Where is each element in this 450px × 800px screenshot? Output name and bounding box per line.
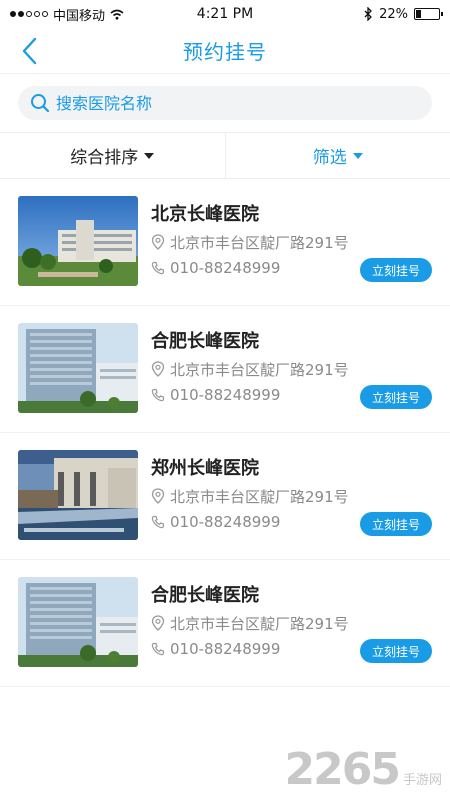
filter-bar: 综合排序 筛选	[0, 133, 450, 179]
book-now-button[interactable]: 立刻挂号	[360, 385, 432, 409]
hospital-card[interactable]: 郑州长峰医院 北京市丰台区靛厂路291号 010-88248999 立刻挂号	[0, 433, 450, 560]
phone-icon	[151, 642, 165, 656]
hospital-address: 北京市丰台区靛厂路291号	[170, 360, 349, 379]
wifi-icon	[110, 9, 124, 20]
hospital-info: 合肥长峰医院 北京市丰台区靛厂路291号 010-88248999 立刻挂号	[151, 323, 432, 432]
battery-fill	[416, 10, 421, 18]
hospital-name: 北京长峰医院	[151, 204, 259, 225]
battery-percent: 22%	[379, 6, 408, 22]
hospital-phone: 010-88248999	[170, 386, 281, 404]
hospital-photo	[18, 323, 138, 413]
phone-icon	[151, 515, 165, 529]
back-button[interactable]	[14, 36, 44, 66]
phone-icon	[151, 261, 165, 275]
caret-down-icon	[352, 152, 363, 159]
hospital-list: 北京长峰医院 北京市丰台区靛厂路291号 010-88248999 立刻挂号 合…	[0, 179, 450, 687]
location-pin-icon	[151, 234, 165, 250]
address-row: 北京市丰台区靛厂路291号	[151, 359, 432, 379]
hospital-photo	[18, 196, 138, 286]
hospital-info: 北京长峰医院 北京市丰台区靛厂路291号 010-88248999 立刻挂号	[151, 196, 432, 305]
filter-label: 筛选	[312, 148, 347, 168]
hospital-phone: 010-88248999	[170, 259, 281, 277]
hospital-phone: 010-88248999	[170, 640, 281, 658]
bluetooth-icon	[364, 7, 373, 21]
status-right: 22%	[364, 6, 443, 22]
watermark-logo: 2265 手游网	[285, 748, 442, 792]
caret-down-icon	[144, 152, 155, 159]
hospital-photo	[18, 577, 138, 667]
phone-icon	[151, 388, 165, 402]
search-input[interactable]	[56, 93, 432, 113]
watermark-number: 2265	[284, 744, 401, 795]
hospital-name: 郑州长峰医院	[151, 458, 259, 479]
watermark-text: 手游网	[402, 773, 442, 788]
book-now-button[interactable]: 立刻挂号	[360, 639, 432, 663]
hospital-card[interactable]: 合肥长峰医院 北京市丰台区靛厂路291号 010-88248999 立刻挂号	[0, 560, 450, 687]
status-bar: 中国移动 4:21 PM 22%	[0, 0, 450, 28]
location-pin-icon	[151, 488, 165, 504]
sort-label: 综合排序	[70, 148, 139, 168]
battery-icon	[414, 8, 443, 20]
signal-icon	[10, 11, 48, 17]
filter-dropdown[interactable]: 筛选	[226, 133, 450, 178]
search-box[interactable]	[18, 86, 432, 120]
hospital-name: 合肥长峰医院	[151, 585, 259, 606]
nav-bar: 预约挂号	[0, 28, 450, 74]
hospital-phone: 010-88248999	[170, 513, 281, 531]
search-area	[0, 74, 450, 133]
search-icon	[31, 94, 50, 113]
book-now-button[interactable]: 立刻挂号	[360, 258, 432, 282]
book-now-button[interactable]: 立刻挂号	[360, 512, 432, 536]
hospital-card[interactable]: 北京长峰医院 北京市丰台区靛厂路291号 010-88248999 立刻挂号	[0, 179, 450, 306]
hospital-name: 合肥长峰医院	[151, 331, 259, 352]
status-left: 中国移动	[10, 5, 124, 24]
page-title: 预约挂号	[183, 40, 267, 64]
chevron-left-icon	[22, 37, 37, 65]
hospital-card[interactable]: 合肥长峰医院 北京市丰台区靛厂路291号 010-88248999 立刻挂号	[0, 306, 450, 433]
hospital-address: 北京市丰台区靛厂路291号	[170, 614, 349, 633]
hospital-address: 北京市丰台区靛厂路291号	[170, 487, 349, 506]
hospital-info: 郑州长峰医院 北京市丰台区靛厂路291号 010-88248999 立刻挂号	[151, 450, 432, 559]
location-pin-icon	[151, 615, 165, 631]
hospital-info: 合肥长峰医院 北京市丰台区靛厂路291号 010-88248999 立刻挂号	[151, 577, 432, 686]
hospital-photo	[18, 450, 138, 540]
hospital-address: 北京市丰台区靛厂路291号	[170, 233, 349, 252]
carrier-label: 中国移动	[53, 8, 106, 24]
location-pin-icon	[151, 361, 165, 377]
sort-dropdown[interactable]: 综合排序	[0, 133, 226, 178]
address-row: 北京市丰台区靛厂路291号	[151, 486, 432, 506]
address-row: 北京市丰台区靛厂路291号	[151, 232, 432, 252]
address-row: 北京市丰台区靛厂路291号	[151, 613, 432, 633]
